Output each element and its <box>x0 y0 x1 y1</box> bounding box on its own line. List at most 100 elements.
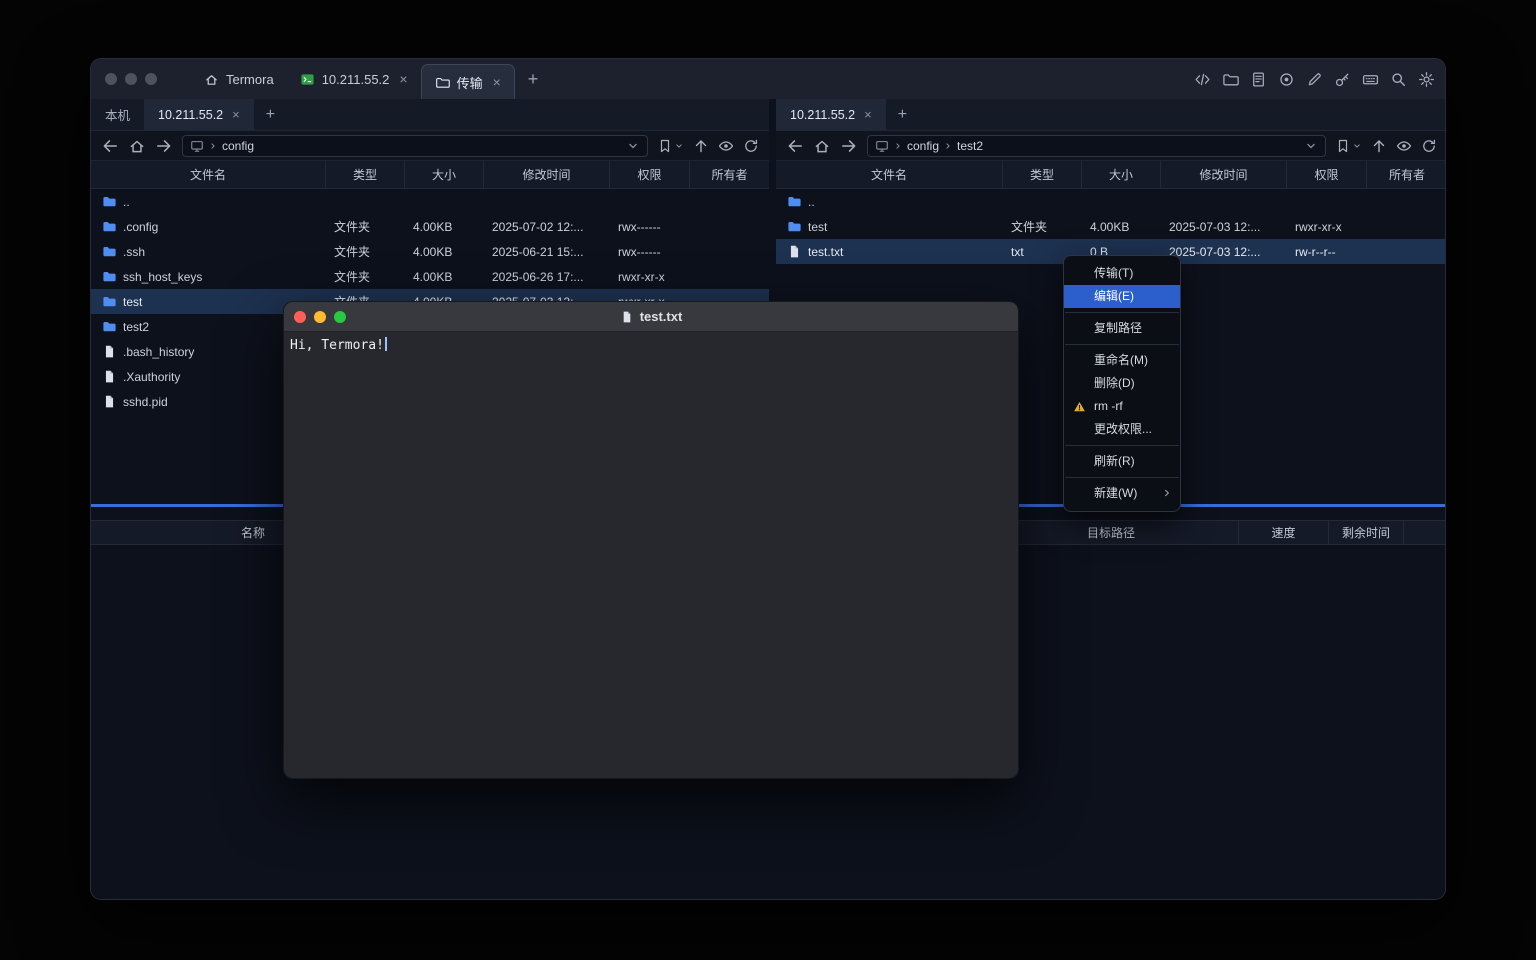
tab-right-host[interactable]: 10.211.55.2 × <box>776 99 886 130</box>
close-tab-icon[interactable]: × <box>232 107 240 122</box>
menu-item-transfer[interactable]: 传输(T) <box>1064 262 1180 285</box>
bookmark-icon <box>657 138 673 154</box>
back-icon[interactable] <box>101 137 119 155</box>
log-icon[interactable] <box>1250 71 1267 88</box>
close-window-button[interactable] <box>105 73 117 85</box>
file-row[interactable]: test 文件夹 4.00KB 2025-07-03 12:... rwxr-x… <box>776 214 1446 239</box>
path-segment[interactable]: config <box>222 139 254 153</box>
close-tab-icon[interactable]: × <box>493 74 501 90</box>
right-table-header: 文件名 类型 大小 修改时间 权限 所有者 <box>776 161 1446 189</box>
record-icon[interactable] <box>1278 71 1295 88</box>
menu-separator <box>1065 477 1179 478</box>
close-window-button[interactable] <box>294 311 306 323</box>
column-header-size[interactable]: 大小 <box>405 161 484 188</box>
column-header-owner[interactable]: 所有者 <box>690 161 769 188</box>
file-perm-cell <box>610 189 690 214</box>
file-name-cell: test.txt <box>776 239 1003 264</box>
column-header-perm[interactable]: 权限 <box>1287 161 1367 188</box>
column-header-perm[interactable]: 权限 <box>610 161 690 188</box>
column-header-type[interactable]: 类型 <box>326 161 405 188</box>
column-header-target-path[interactable]: 目标路径 <box>984 521 1239 544</box>
tab-local[interactable]: 本机 <box>91 99 144 130</box>
close-tab-icon[interactable]: × <box>399 71 407 87</box>
editor-titlebar[interactable]: test.txt <box>284 302 1018 332</box>
document-icon <box>620 310 634 324</box>
show-hidden-eye-icon[interactable] <box>1396 138 1412 154</box>
menu-item-rename[interactable]: 重命名(M) <box>1064 349 1180 372</box>
column-header-name[interactable]: 文件名 <box>91 161 326 188</box>
bookmark-button[interactable] <box>657 138 684 154</box>
column-header-remaining[interactable]: 剩余时间 <box>1329 521 1404 544</box>
file-row[interactable]: .. <box>91 189 769 214</box>
desktop-background: Termora 10.211.55.2 × 传输 × + <box>0 0 1536 960</box>
file-mtime-cell <box>484 189 610 214</box>
file-row[interactable]: .ssh 文件夹 4.00KB 2025-06-21 15:... rwx---… <box>91 239 769 264</box>
tab-left-host-label: 10.211.55.2 <box>158 108 223 122</box>
column-header-name[interactable]: 文件名 <box>776 161 1003 188</box>
home-icon <box>204 72 219 87</box>
key-icon[interactable] <box>1334 71 1351 88</box>
menu-item-rm-rf[interactable]: rm -rf <box>1064 395 1180 418</box>
left-new-tab-button[interactable]: + <box>254 99 287 130</box>
file-type-cell <box>1003 189 1082 214</box>
forward-icon[interactable] <box>840 137 858 155</box>
column-header-type[interactable]: 类型 <box>1003 161 1082 188</box>
tab-left-host[interactable]: 10.211.55.2 × <box>144 99 254 130</box>
menu-separator <box>1065 344 1179 345</box>
file-owner-cell <box>1367 189 1446 214</box>
menu-item-copy-path[interactable]: 复制路径 <box>1064 317 1180 340</box>
forward-icon[interactable] <box>155 137 173 155</box>
menu-item-chmod[interactable]: 更改权限... <box>1064 418 1180 441</box>
right-new-tab-button[interactable]: + <box>886 99 919 130</box>
parent-directory-icon[interactable] <box>693 138 709 154</box>
close-tab-icon[interactable]: × <box>864 107 872 122</box>
minimize-window-button[interactable] <box>125 73 137 85</box>
home-icon[interactable] <box>813 137 831 155</box>
menu-item-delete[interactable]: 删除(D) <box>1064 372 1180 395</box>
minimize-window-button[interactable] <box>314 311 326 323</box>
folder-icon <box>102 319 117 334</box>
menu-item-refresh[interactable]: 刷新(R) <box>1064 450 1180 473</box>
chevron-down-icon[interactable] <box>1304 139 1318 153</box>
zoom-window-button[interactable] <box>334 311 346 323</box>
column-header-owner[interactable]: 所有者 <box>1367 161 1446 188</box>
keyboard-icon[interactable] <box>1362 71 1379 88</box>
refresh-icon[interactable] <box>1421 138 1437 154</box>
path-segment[interactable]: config <box>907 139 939 153</box>
file-perm-cell: rwxr-xr-x <box>610 264 690 289</box>
file-mtime-cell: 2025-07-03 12:... <box>1161 214 1287 239</box>
tab-termora[interactable]: Termora <box>191 59 287 99</box>
menu-item-new[interactable]: 新建(W) <box>1064 482 1180 505</box>
folder-icon[interactable] <box>1222 71 1239 88</box>
column-header-size[interactable]: 大小 <box>1082 161 1161 188</box>
code-icon[interactable] <box>1194 71 1211 88</box>
edit-icon[interactable] <box>1306 71 1323 88</box>
refresh-icon[interactable] <box>743 138 759 154</box>
chevron-down-icon[interactable] <box>626 139 640 153</box>
editor-content[interactable]: Hi, Termora! <box>284 332 1018 358</box>
path-segment[interactable]: test2 <box>957 139 983 153</box>
file-size-cell: 4.00KB <box>1082 214 1161 239</box>
tab-host-session[interactable]: 10.211.55.2 × <box>287 59 421 99</box>
new-tab-button[interactable]: + <box>515 69 552 90</box>
settings-gear-icon[interactable] <box>1418 71 1435 88</box>
show-hidden-eye-icon[interactable] <box>718 138 734 154</box>
file-row[interactable]: ssh_host_keys 文件夹 4.00KB 2025-06-26 17:.… <box>91 264 769 289</box>
column-header-mtime[interactable]: 修改时间 <box>484 161 610 188</box>
column-header-mtime[interactable]: 修改时间 <box>1161 161 1287 188</box>
file-owner-cell <box>690 214 769 239</box>
tab-transfer[interactable]: 传输 × <box>421 64 515 99</box>
file-row[interactable]: .. <box>776 189 1446 214</box>
back-icon[interactable] <box>786 137 804 155</box>
bookmark-button[interactable] <box>1335 138 1362 154</box>
zoom-window-button[interactable] <box>145 73 157 85</box>
menu-item-edit[interactable]: 编辑(E) <box>1064 285 1180 308</box>
right-path-bar[interactable]: config test2 <box>867 135 1326 157</box>
parent-directory-icon[interactable] <box>1371 138 1387 154</box>
home-icon[interactable] <box>128 137 146 155</box>
file-row[interactable]: .config 文件夹 4.00KB 2025-07-02 12:... rwx… <box>91 214 769 239</box>
file-type-cell <box>326 189 405 214</box>
left-path-bar[interactable]: config <box>182 135 648 157</box>
search-icon[interactable] <box>1390 71 1407 88</box>
column-header-speed[interactable]: 速度 <box>1239 521 1329 544</box>
